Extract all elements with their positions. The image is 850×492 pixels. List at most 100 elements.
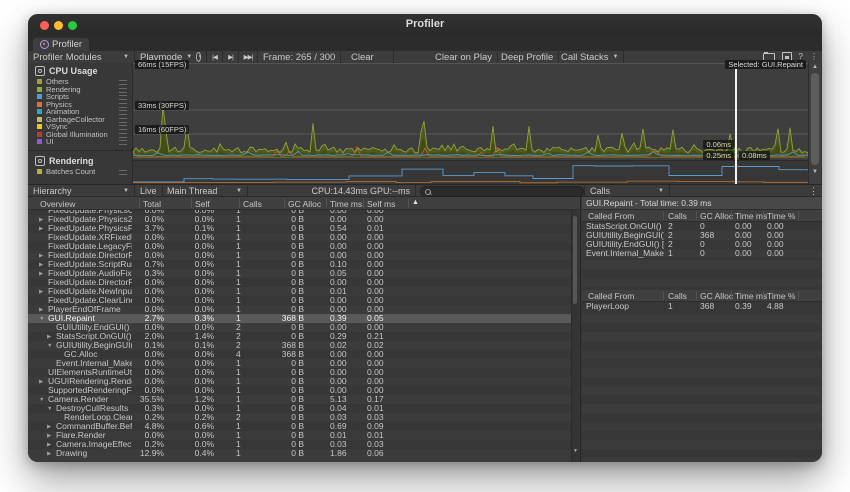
search-input[interactable]: [431, 188, 565, 196]
rendering-module-header[interactable]: Rendering: [28, 153, 132, 168]
calls-view-dropdown[interactable]: Calls ▼: [584, 185, 670, 196]
prev-frame-button[interactable]: |◀: [207, 51, 223, 63]
last-frame-button[interactable]: ▶▶|: [239, 51, 258, 63]
charts-scrollbar[interactable]: ▲ ▼: [808, 63, 821, 184]
column-gc-alloc[interactable]: GC Alloc: [700, 291, 733, 301]
column-self-ms[interactable]: Self ms: [367, 199, 395, 209]
profiler-modules-panel: CPU Usage OthersRenderingScriptsPhysicsA…: [28, 63, 133, 184]
gc-alloc: 0 B: [256, 449, 304, 458]
column-calls[interactable]: Calls: [668, 291, 687, 301]
module-legend-item[interactable]: Scripts: [28, 93, 132, 101]
screen: Profiler Profiler Profiler Modules ▼ Pla…: [0, 0, 850, 492]
sample-name: Camera.Render: [48, 395, 132, 404]
hierarchy-scrollbar[interactable]: ▼: [571, 210, 579, 462]
drag-handle-icon[interactable]: [119, 118, 127, 123]
caller-name: PlayerLoop: [586, 302, 664, 311]
record-button[interactable]: [191, 51, 207, 63]
time-percent: 4.88: [767, 302, 784, 311]
sample-name: FixedUpdate.XRFixedUpdate: [48, 233, 132, 242]
module-legend-item[interactable]: Global Illumination: [28, 131, 132, 139]
column-time-pct[interactable]: Time %: [767, 211, 796, 221]
search-field[interactable]: [420, 186, 584, 197]
collapse-all-icon[interactable]: ▲: [412, 199, 419, 206]
column-calls[interactable]: Calls: [243, 199, 262, 209]
expand-icon[interactable]: ▶: [47, 450, 51, 459]
sample-name: Camera.ImageEffects: [56, 440, 132, 449]
column-total[interactable]: Total: [143, 199, 161, 209]
column-calls[interactable]: Calls: [668, 211, 687, 221]
cpu-usage-module-header[interactable]: CPU Usage: [28, 63, 132, 78]
drag-handle-icon[interactable]: [119, 95, 127, 100]
column-gc-alloc[interactable]: GC Alloc: [700, 211, 733, 221]
drag-handle-icon[interactable]: [119, 140, 127, 145]
frame-playhead[interactable]: [735, 63, 737, 184]
sample-name: FixedUpdate.PhysicsFixedUpdate: [48, 224, 132, 233]
table-row[interactable]: ▶Drawing12.9%0.4%10 B1.860.06: [28, 449, 573, 458]
rendering-chart[interactable]: [133, 160, 808, 184]
clear-button[interactable]: Clear: [346, 51, 394, 63]
drag-handle-icon[interactable]: [119, 80, 127, 85]
table-row[interactable]: Event.Internal_MakeMasterEventCurrent100…: [582, 249, 822, 258]
time-ms: 1.86: [330, 449, 347, 458]
module-color-swatch: [37, 139, 42, 144]
module-color-swatch: [37, 109, 42, 114]
module-legend-item[interactable]: Physics: [28, 101, 132, 109]
column-called-from[interactable]: Called From: [588, 291, 634, 301]
time-ms: 0.00: [735, 249, 752, 258]
kebab-menu-icon[interactable]: ⋮: [810, 53, 818, 61]
hierarchy-pane: Overview Total Self Calls GC Alloc Time …: [28, 197, 581, 462]
thread-dropdown[interactable]: Main Thread ▼: [162, 185, 248, 196]
drag-handle-icon[interactable]: [119, 88, 127, 93]
drag-handle-icon[interactable]: [119, 133, 127, 138]
profiler-modules-dropdown[interactable]: Profiler Modules ▼: [28, 51, 135, 63]
module-separator: [28, 150, 132, 151]
sample-name: FixedUpdate.DirectorFixedUpdate: [48, 251, 132, 260]
module-color-swatch: [37, 102, 42, 107]
next-frame-button[interactable]: ▶|: [223, 51, 239, 63]
column-called-from[interactable]: Called From: [588, 211, 634, 221]
scroll-down-icon[interactable]: ▼: [572, 448, 579, 454]
deep-profile-toggle[interactable]: Deep Profile: [496, 51, 559, 63]
drag-handle-icon[interactable]: [119, 170, 127, 175]
selected-sample-label: Selected: GUI.Repaint: [725, 60, 806, 69]
column-time-pct[interactable]: Time %: [767, 291, 796, 301]
module-legend-item[interactable]: Batches Count: [28, 168, 132, 176]
clear-on-play-toggle[interactable]: Clear on Play: [430, 51, 498, 63]
sample-name: FixedUpdate.ScriptRunBehaviourFixedUpdat…: [48, 260, 132, 269]
frame-counter: Frame: 265 / 300: [258, 51, 341, 63]
sample-name: UGUIRendering.RenderOverlays: [48, 377, 132, 386]
sample-name: FixedUpdate.DirectorFixedSampleCallback: [48, 278, 132, 287]
hierarchy-view-dropdown[interactable]: Hierarchy ▼: [28, 185, 135, 196]
tab-bar: Profiler: [28, 36, 822, 52]
scroll-down-icon[interactable]: ▼: [809, 169, 821, 175]
module-legend-item[interactable]: GarbageCollector: [28, 116, 132, 124]
chevron-down-icon: ▼: [658, 188, 664, 194]
module-label: Batches Count: [46, 167, 95, 176]
chevron-down-icon: ▼: [123, 54, 129, 60]
tab-profiler[interactable]: Profiler: [33, 38, 89, 51]
drag-handle-icon[interactable]: [119, 125, 127, 130]
charts-scrollbar-thumb[interactable]: [811, 73, 819, 165]
table-row[interactable]: PlayerLoop13680.394.88: [582, 302, 822, 311]
sample-name: Flare.Render: [56, 431, 132, 440]
chevron-down-icon: ▼: [123, 188, 129, 194]
column-self[interactable]: Self: [195, 199, 210, 209]
module-legend-item[interactable]: Rendering: [28, 86, 132, 94]
calls-panel-menu-icon[interactable]: ⋮: [809, 186, 818, 197]
live-toggle[interactable]: Live: [135, 185, 163, 196]
module-color-swatch: [37, 94, 42, 99]
module-legend-item[interactable]: UI: [28, 138, 132, 146]
self-percent: 0.4%: [174, 449, 214, 458]
column-gc-alloc[interactable]: GC Alloc: [288, 199, 321, 209]
column-time-ms[interactable]: Time ms: [330, 199, 362, 209]
hierarchy-scrollbar-thumb[interactable]: [573, 216, 577, 304]
drag-handle-icon[interactable]: [119, 110, 127, 115]
calls-summary: GUI.Repaint - Total time: 0.39 ms: [582, 197, 822, 210]
titlebar: Profiler: [28, 14, 822, 37]
column-overview[interactable]: Overview: [40, 199, 75, 209]
scroll-up-icon[interactable]: ▲: [809, 64, 821, 70]
sample-name: UIElementsRuntimeUtilityNativeEvents: [48, 368, 132, 377]
call-stacks-dropdown[interactable]: Call Stacks ▼: [556, 51, 624, 63]
module-color-swatch: [37, 79, 42, 84]
drag-handle-icon[interactable]: [119, 103, 127, 108]
